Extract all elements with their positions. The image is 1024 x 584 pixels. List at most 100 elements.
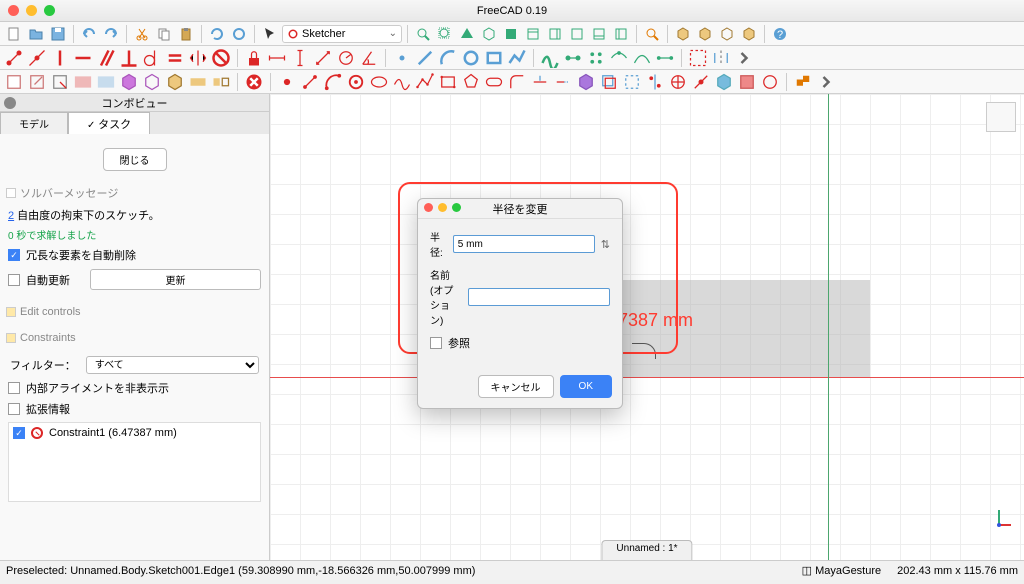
constrain-tangent-icon[interactable] [142,48,162,68]
bspline3-icon[interactable] [586,48,606,68]
view-iso-icon[interactable] [479,24,499,44]
constrain-angle-icon[interactable] [359,48,379,68]
constrain-coincident-icon[interactable] [4,48,24,68]
constraint-item[interactable]: ✓ Constraint1 (6.47387 mm) [13,427,256,439]
refresh2-icon[interactable] [229,24,249,44]
bspline5-icon[interactable] [632,48,652,68]
draw-style-icon[interactable] [457,24,477,44]
cut-icon[interactable] [132,24,152,44]
create-polygon-icon[interactable] [461,72,481,92]
create-circle-icon[interactable] [346,72,366,92]
name-input[interactable] [468,288,610,306]
ext-info-row[interactable]: 拡張情報 [8,401,261,417]
view-section-icon[interactable] [96,72,116,92]
bspline-icon[interactable] [540,48,560,68]
auto-delete-checkbox[interactable]: ✓ [8,249,20,261]
part-cube2-icon[interactable] [695,24,715,44]
new-sketch-icon[interactable] [4,72,24,92]
create-slot-icon[interactable] [484,72,504,92]
constrain-disty-icon[interactable] [290,48,310,68]
help-icon[interactable]: ? [770,24,790,44]
part-cube-icon[interactable] [673,24,693,44]
radius-input[interactable] [453,235,595,253]
create-point-icon[interactable] [277,72,297,92]
view-top-icon[interactable] [523,24,543,44]
overflow2-icon[interactable] [816,72,836,92]
undo-icon[interactable] [79,24,99,44]
merge-icon[interactable] [188,72,208,92]
constrain-vertical-icon[interactable] [50,48,70,68]
tab-task[interactable]: ✓ タスク [68,112,150,134]
document-tab[interactable]: Unnamed : 1* [601,540,692,560]
validate-icon[interactable] [165,72,185,92]
create-rect-icon[interactable] [438,72,458,92]
create-conic-icon[interactable] [369,72,389,92]
redo-icon[interactable] [101,24,121,44]
view-left-icon[interactable] [611,24,631,44]
virtual-space-icon[interactable] [688,48,708,68]
cancel-button[interactable]: キャンセル [478,375,554,398]
panel-menu-icon[interactable] [4,97,16,109]
zoom-selection-icon[interactable] [435,24,455,44]
copy-icon[interactable] [154,24,174,44]
mirror-icon[interactable] [711,48,731,68]
measure-icon[interactable] [642,24,662,44]
minimize-window-icon[interactable] [26,5,37,16]
refresh-icon[interactable] [207,24,227,44]
window-traffic-lights[interactable] [8,5,55,16]
zoom-fit-icon[interactable] [413,24,433,44]
bspline2-icon[interactable] [563,48,583,68]
external-icon[interactable] [576,72,596,92]
edit-tool2-icon[interactable] [668,72,688,92]
bspline4-icon[interactable] [609,48,629,68]
map-sketch-icon[interactable] [119,72,139,92]
geom-polyline-icon[interactable] [507,48,527,68]
edit-tool3-icon[interactable] [691,72,711,92]
edit-tool1-icon[interactable] [645,72,665,92]
close-window-icon[interactable] [8,5,19,16]
dialog-close-icon[interactable] [424,203,433,212]
open-file-icon[interactable] [26,24,46,44]
bspline6-icon[interactable] [655,48,675,68]
view-right-icon[interactable] [545,24,565,44]
edit-tool6-icon[interactable] [760,72,780,92]
maximize-window-icon[interactable] [44,5,55,16]
stop-icon[interactable] [244,72,264,92]
edit-controls-header[interactable]: Edit controls [6,306,263,318]
mirror-sketch-icon[interactable] [211,72,231,92]
constrain-horizontal-icon[interactable] [73,48,93,68]
constrain-equal-icon[interactable] [165,48,185,68]
create-fillet-icon[interactable] [507,72,527,92]
tab-model[interactable]: モデル [0,112,68,134]
ok-button[interactable]: OK [560,375,612,398]
dialog-zoom-icon[interactable] [452,203,461,212]
view-bottom-icon[interactable] [589,24,609,44]
constrain-lock-icon[interactable] [244,48,264,68]
constraint-checkbox[interactable]: ✓ [13,427,25,439]
view-rear-icon[interactable] [567,24,587,44]
view-front-icon[interactable] [501,24,521,44]
leave-sketch-icon[interactable] [50,72,70,92]
create-arc-icon[interactable] [323,72,343,92]
create-polyline-icon[interactable] [415,72,435,92]
update-button[interactable]: 更新 [90,269,261,290]
dialog-minimize-icon[interactable] [438,203,447,212]
dialog-traffic-lights[interactable] [424,203,461,212]
geom-point-icon[interactable] [392,48,412,68]
geom-circle-icon[interactable] [461,48,481,68]
filter-select[interactable]: すべて [86,356,259,374]
close-button[interactable]: 閉じる [103,148,167,171]
ext-info-checkbox[interactable] [8,403,20,415]
geom-line-icon[interactable] [415,48,435,68]
create-line-icon[interactable] [300,72,320,92]
trim-icon[interactable] [530,72,550,92]
axis-gizmo[interactable] [984,500,1014,530]
geom-rect-icon[interactable] [484,48,504,68]
reorient-icon[interactable] [142,72,162,92]
constrain-radius-icon[interactable] [336,48,356,68]
dialog-titlebar[interactable]: 半径を変更 [418,199,622,219]
edit-tool5-icon[interactable] [737,72,757,92]
constrain-distx-icon[interactable] [267,48,287,68]
edit-tool4-icon[interactable] [714,72,734,92]
constrain-perpendicular-icon[interactable] [119,48,139,68]
